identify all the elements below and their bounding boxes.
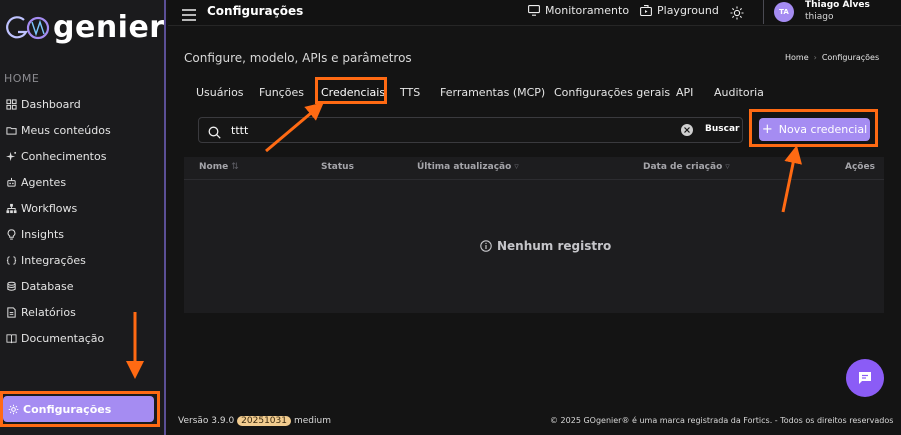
copyright: © 2025 GOgenier® é uma marca registrada … <box>550 416 894 425</box>
user-name: Thiago Alves <box>805 0 870 10</box>
sidebar-item-label: Agentes <box>21 175 67 189</box>
sidebar: genier HOME Dashboard Meus conteúdos Con… <box>0 0 166 435</box>
table-header-divider <box>184 179 884 180</box>
sidebar-item-label: Relatórios <box>21 305 76 319</box>
lightbulb-icon <box>4 227 18 241</box>
playground-link[interactable]: Playground <box>640 4 719 17</box>
search-icon <box>208 124 221 143</box>
chevron-right-icon: › <box>813 53 817 62</box>
sidebar-item-agentes[interactable]: Agentes <box>4 172 66 192</box>
avatar[interactable]: TA <box>774 2 794 22</box>
version-label: Versão 3.9.0 <box>178 416 235 426</box>
info-icon <box>480 240 492 252</box>
chat-button[interactable] <box>846 359 884 397</box>
page-subtitle: Configure, modelo, APIs e parâmetros <box>184 51 412 65</box>
playground-icon <box>640 5 652 16</box>
sun-icon[interactable] <box>730 5 744 24</box>
search-bar: Buscar <box>198 117 743 143</box>
hamburger-menu-icon[interactable] <box>182 6 196 25</box>
monitoramento-label: Monitoramento <box>545 4 630 17</box>
report-icon <box>4 305 18 319</box>
sidebar-item-database[interactable]: Database <box>4 276 74 296</box>
sidebar-item-label: Integrações <box>21 253 86 267</box>
folder-icon <box>4 123 18 137</box>
monitoramento-link[interactable]: Monitoramento <box>528 4 629 17</box>
page-title: Configurações <box>207 4 304 18</box>
breadcrumb: Home › Configurações <box>785 53 879 62</box>
sidebar-item-integracoes[interactable]: Integrações <box>4 250 86 270</box>
sidebar-item-dashboard[interactable]: Dashboard <box>4 94 81 114</box>
build-badge: 20251031 <box>237 416 291 426</box>
sidebar-section-home: HOME <box>4 72 40 85</box>
header-divider <box>763 0 764 24</box>
monitor-icon <box>528 5 540 16</box>
sidebar-item-label: Database <box>21 279 74 293</box>
clear-search-icon[interactable] <box>681 124 693 136</box>
sidebar-item-label: Workflows <box>21 201 78 215</box>
sort-icon: ⇅ <box>231 162 239 172</box>
user-login: thiago <box>805 12 834 22</box>
sidebar-item-label: Insights <box>21 227 65 241</box>
search-button[interactable]: Buscar <box>705 124 739 134</box>
annotation-highlight-new-credential <box>749 109 878 147</box>
annotation-highlight-credenciais <box>315 77 387 104</box>
database-icon <box>4 279 18 293</box>
column-header-status: Status <box>321 162 354 172</box>
version-info: Versão 3.9.0 20251031 medium <box>178 416 331 426</box>
workflow-icon <box>4 201 18 215</box>
sparkle-icon <box>4 149 18 163</box>
brand-logo[interactable]: genier <box>6 10 164 46</box>
build-suffix: medium <box>293 416 331 426</box>
sidebar-item-label: Conhecimentos <box>21 149 107 163</box>
sidebar-item-workflows[interactable]: Workflows <box>4 198 77 218</box>
sidebar-item-insights[interactable]: Insights <box>4 224 64 244</box>
tab-auditoria[interactable]: Auditoria <box>714 86 764 99</box>
empty-state: Nenhum registro <box>480 239 611 253</box>
sidebar-item-label: Dashboard <box>21 97 81 111</box>
top-bar: Configurações Monitoramento Playground T… <box>168 0 901 26</box>
breadcrumb-current: Configurações <box>821 53 880 62</box>
logo-go-icon <box>6 16 50 40</box>
annotation-highlight-configuracoes <box>0 391 160 427</box>
sidebar-item-documentacao[interactable]: Documentação <box>4 328 104 348</box>
filter-icon: ▿ <box>725 162 730 172</box>
tab-ferramentas-mcp[interactable]: Ferramentas (MCP) <box>440 86 545 99</box>
search-input[interactable] <box>231 123 651 138</box>
column-header-ultima-atualizacao[interactable]: Última atualização ▿ <box>417 162 519 172</box>
sidebar-item-relatorios[interactable]: Relatórios <box>4 302 76 322</box>
tab-usuarios[interactable]: Usuários <box>196 86 244 99</box>
footer: Versão 3.9.0 20251031 medium © 2025 GOge… <box>168 411 901 435</box>
breadcrumb-home[interactable]: Home <box>785 53 809 62</box>
column-header-acoes: Ações <box>845 162 875 172</box>
tab-api[interactable]: API <box>676 86 693 99</box>
robot-icon <box>4 175 18 189</box>
sidebar-item-conhecimentos[interactable]: Conhecimentos <box>4 146 106 166</box>
brand-name: genier <box>53 10 165 45</box>
code-braces-icon <box>4 253 18 267</box>
credentials-table: Nome ⇅ Status Última atualização ▿ Data de… <box>184 157 884 313</box>
grid-icon <box>4 97 18 111</box>
sidebar-item-label: Documentação <box>21 331 105 345</box>
empty-state-message: Nenhum registro <box>497 239 612 253</box>
filter-icon: ▿ <box>514 162 519 172</box>
tab-tts[interactable]: TTS <box>400 86 420 99</box>
book-icon <box>4 331 18 345</box>
sidebar-item-meus-conteudos[interactable]: Meus conteúdos <box>4 120 111 140</box>
playground-label: Playground <box>657 4 719 17</box>
column-header-data-de-criacao[interactable]: Data de criação ▿ <box>643 162 730 172</box>
tab-funcoes[interactable]: Funções <box>259 86 304 99</box>
column-header-nome[interactable]: Nome ⇅ <box>199 162 239 172</box>
sidebar-item-label: Meus conteúdos <box>21 123 111 137</box>
chat-icon <box>859 372 871 384</box>
tab-configuracoes-gerais[interactable]: Configurações gerais <box>554 86 670 99</box>
